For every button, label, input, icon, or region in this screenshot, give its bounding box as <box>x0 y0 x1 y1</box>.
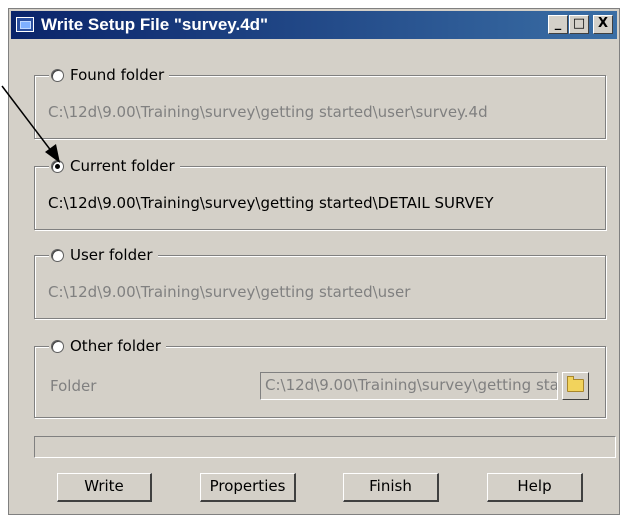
arrow-pointer-icon <box>1 85 60 163</box>
